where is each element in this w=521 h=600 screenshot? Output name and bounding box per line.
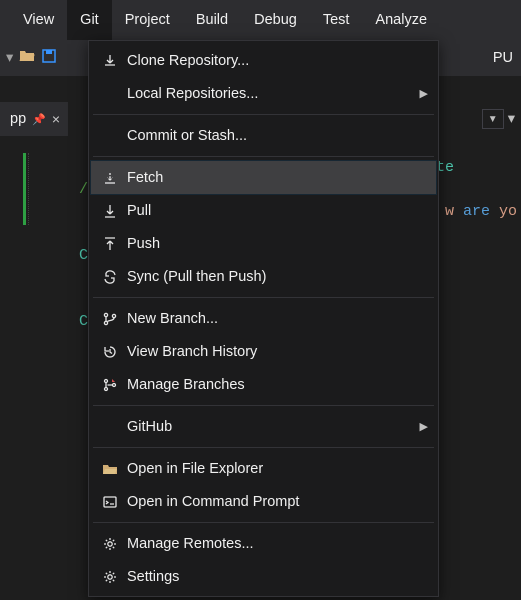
config-label: PU (493, 50, 513, 66)
menu-item-label: Sync (Pull then Push) (123, 269, 428, 285)
git-menu-commit-or-stash[interactable]: Commit or Stash... (91, 119, 436, 152)
menu-item-label: Push (123, 236, 428, 252)
close-icon[interactable]: × (52, 111, 60, 127)
menu-debug[interactable]: Debug (241, 0, 310, 40)
git-menu-manage-branches[interactable]: Manage Branches (91, 368, 436, 401)
chevron-right-icon: ▶ (420, 420, 428, 433)
menu-item-label: Manage Branches (123, 377, 428, 393)
git-menu-local-repositories[interactable]: Local Repositories...▶ (91, 77, 436, 110)
menu-analyze[interactable]: Analyze (362, 0, 440, 40)
git-menu-open-in-command-prompt[interactable]: Open in Command Prompt (91, 485, 436, 518)
download-icon (97, 53, 123, 69)
git-menu-settings[interactable]: Settings (91, 560, 436, 593)
git-menu-sync-pull-then-push[interactable]: Sync (Pull then Push) (91, 260, 436, 293)
gear-icon (97, 569, 123, 585)
open-folder-icon[interactable] (19, 48, 35, 68)
git-menu-push[interactable]: Push (91, 227, 436, 260)
change-indicator (23, 153, 29, 225)
git-menu-clone-repository[interactable]: Clone Repository... (91, 44, 436, 77)
gear-icon (97, 536, 123, 552)
pull-icon (97, 203, 123, 219)
menu-item-label: Clone Repository... (123, 53, 428, 69)
tab-dropdown-button[interactable]: ▼ (482, 109, 504, 129)
menu-separator (93, 297, 434, 298)
menu-separator (93, 522, 434, 523)
git-menu-manage-remotes[interactable]: Manage Remotes... (91, 527, 436, 560)
menu-test[interactable]: Test (310, 0, 363, 40)
menu-view[interactable]: View (10, 0, 67, 40)
menu-item-label: Open in File Explorer (123, 461, 428, 477)
git-menu-new-branch[interactable]: New Branch... (91, 302, 436, 335)
tab-tools: ▼ ▾ (482, 102, 515, 136)
code-frag: are (463, 203, 490, 220)
menu-item-label: New Branch... (123, 311, 428, 327)
git-menu-github[interactable]: GitHub▶ (91, 410, 436, 443)
git-menu-open-in-file-explorer[interactable]: Open in File Explorer (91, 452, 436, 485)
menu-item-label: Manage Remotes... (123, 536, 428, 552)
code-frag: yo (490, 203, 517, 220)
menu-separator (93, 114, 434, 115)
save-blue-icon[interactable] (41, 48, 57, 68)
tab-active[interactable]: pp × (0, 102, 68, 136)
branch-icon (97, 311, 123, 327)
menu-separator (93, 156, 434, 157)
toolbar-right: PU (485, 40, 521, 76)
git-menu-view-branch-history[interactable]: View Branch History (91, 335, 436, 368)
terminal-icon (97, 494, 123, 510)
menu-bar: View Git Project Build Debug Test Analyz… (0, 0, 521, 40)
chevron-right-icon: ▶ (420, 87, 428, 100)
sync-icon (97, 269, 123, 285)
folder-open-icon (97, 461, 123, 477)
menu-item-label: View Branch History (123, 344, 428, 360)
menu-item-label: Pull (123, 203, 428, 219)
menu-separator (93, 405, 434, 406)
menu-item-label: Settings (123, 569, 428, 585)
chevron-down-icon: ▼ (488, 114, 498, 125)
menu-item-label: Fetch (123, 170, 428, 186)
menu-project[interactable]: Project (112, 0, 183, 40)
git-menu-pull[interactable]: Pull (91, 194, 436, 227)
branches-manage-icon (97, 377, 123, 393)
code-frag: w (445, 203, 463, 220)
tab-label: pp (10, 111, 26, 127)
fetch-icon (97, 170, 123, 186)
menu-item-label: GitHub (123, 419, 420, 435)
git-menu-panel: Clone Repository... Local Repositories...… (88, 40, 439, 597)
pin-icon[interactable] (32, 111, 46, 127)
toolbar-chevron-icon[interactable]: ▾ (6, 50, 13, 66)
menu-item-label: Local Repositories... (123, 86, 420, 102)
menu-build[interactable]: Build (183, 0, 241, 40)
menu-separator (93, 447, 434, 448)
history-icon (97, 344, 123, 360)
git-menu-fetch[interactable]: Fetch (91, 161, 436, 194)
push-icon (97, 236, 123, 252)
menu-item-label: Commit or Stash... (123, 128, 428, 144)
more-icon[interactable]: ▾ (508, 111, 515, 127)
menu-git[interactable]: Git (67, 0, 112, 40)
menu-item-label: Open in Command Prompt (123, 494, 428, 510)
